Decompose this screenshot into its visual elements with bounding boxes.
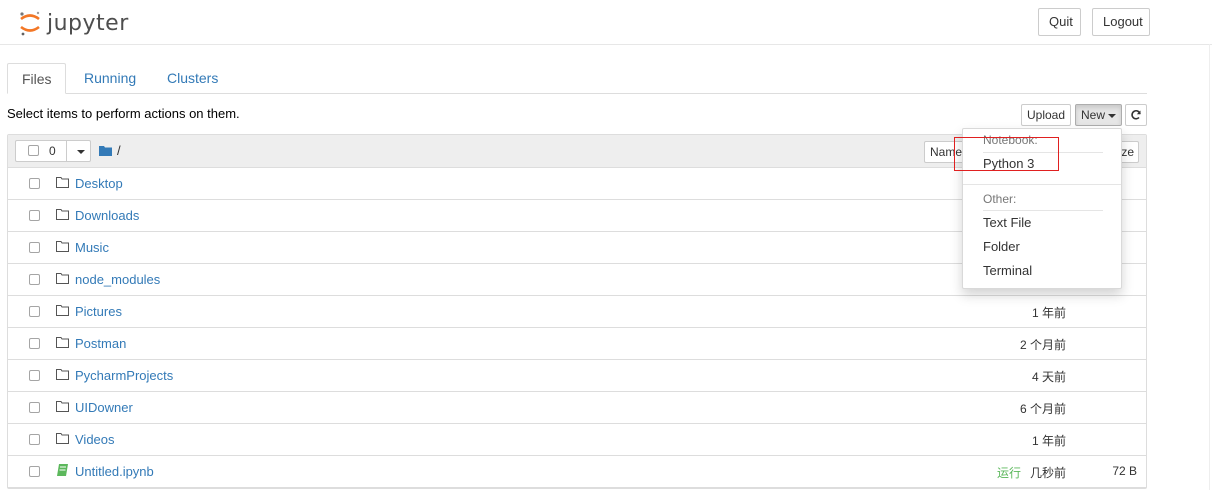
item-checkbox[interactable] xyxy=(29,242,40,253)
upload-button[interactable]: Upload xyxy=(1021,104,1071,126)
folder-icon xyxy=(56,272,69,287)
item-name-link[interactable]: Music xyxy=(75,240,109,255)
jupyter-logo-icon xyxy=(20,11,40,36)
new-button[interactable]: New xyxy=(1075,104,1122,126)
quit-button[interactable]: Quit xyxy=(1038,8,1081,36)
folder-icon xyxy=(56,400,69,415)
item-checkbox[interactable] xyxy=(29,306,40,317)
breadcrumb: / xyxy=(99,143,121,158)
tab-running[interactable]: Running xyxy=(70,63,150,93)
select-menu-chevron-icon[interactable] xyxy=(77,150,85,154)
python3-highlight-box xyxy=(954,137,1059,171)
jupyter-logo[interactable]: jupyter xyxy=(19,8,129,38)
refresh-button[interactable] xyxy=(1125,104,1147,126)
logout-button[interactable]: Logout xyxy=(1092,8,1150,36)
file-list-item[interactable]: PycharmProjects 4 天前 xyxy=(8,360,1146,392)
folder-icon xyxy=(56,432,69,447)
item-checkbox[interactable] xyxy=(29,466,40,477)
folder-icon xyxy=(56,304,69,319)
item-modified: 1 年前 xyxy=(1031,434,1066,448)
file-list-item[interactable]: Videos 1 年前 xyxy=(8,424,1146,456)
chevron-down-icon xyxy=(1108,113,1116,118)
folder-root-icon[interactable] xyxy=(99,145,112,156)
new-button-label: New xyxy=(1080,108,1105,122)
other-section-header: Other: xyxy=(983,192,1017,206)
item-modified: 2 个月前 xyxy=(1019,338,1066,352)
item-checkbox[interactable] xyxy=(29,338,40,349)
running-status: 运行 xyxy=(996,466,1021,480)
other-header-underline xyxy=(983,210,1103,211)
select-divider xyxy=(66,141,67,161)
page-edge xyxy=(1209,44,1210,490)
selection-hint: Select items to perform actions on them. xyxy=(7,106,240,121)
new-folder-item[interactable]: Folder xyxy=(983,239,1020,254)
item-checkbox[interactable] xyxy=(29,178,40,189)
select-all-group[interactable]: 0 xyxy=(15,140,91,162)
folder-icon xyxy=(56,240,69,255)
item-checkbox[interactable] xyxy=(29,210,40,221)
file-list-item[interactable]: UIDowner 6 个月前 xyxy=(8,392,1146,424)
menu-divider xyxy=(963,184,1121,185)
item-checkbox[interactable] xyxy=(29,402,40,413)
item-checkbox[interactable] xyxy=(29,434,40,445)
selected-count: 0 xyxy=(49,144,56,158)
item-modified: 4 天前 xyxy=(1031,370,1066,384)
item-name-link[interactable]: Postman xyxy=(75,336,126,351)
tab-clusters[interactable]: Clusters xyxy=(153,63,232,93)
folder-icon xyxy=(56,208,69,223)
item-modified: 几秒前 xyxy=(1029,466,1066,480)
item-name-link[interactable]: node_modules xyxy=(75,272,160,287)
item-checkbox[interactable] xyxy=(29,370,40,381)
item-name-link[interactable]: Videos xyxy=(75,432,115,447)
new-text-file-item[interactable]: Text File xyxy=(983,215,1031,230)
folder-icon xyxy=(56,368,69,383)
file-list-item[interactable]: Untitled.ipynb 运行 几秒前 72 B xyxy=(8,456,1146,488)
item-modified: 6 个月前 xyxy=(1019,402,1066,416)
notebook-icon xyxy=(56,464,69,479)
top-header: jupyter Quit Logout xyxy=(0,0,1212,45)
refresh-icon xyxy=(1131,110,1141,120)
item-name-link[interactable]: Pictures xyxy=(75,304,122,319)
item-name-link[interactable]: UIDowner xyxy=(75,400,133,415)
tab-files[interactable]: Files xyxy=(7,63,66,94)
item-size: 72 B xyxy=(1112,464,1137,478)
item-name-link[interactable]: Desktop xyxy=(75,176,123,191)
file-list-item[interactable]: Pictures 1 年前 xyxy=(8,296,1146,328)
tab-bar: Files Running Clusters xyxy=(7,63,1147,94)
logo-text: jupyter xyxy=(47,10,129,36)
item-modified: 1 年前 xyxy=(1031,306,1066,320)
file-list-item[interactable]: Postman 2 个月前 xyxy=(8,328,1146,360)
folder-icon xyxy=(56,176,69,191)
item-name-link[interactable]: Downloads xyxy=(75,208,139,223)
item-checkbox[interactable] xyxy=(29,274,40,285)
folder-icon xyxy=(56,336,69,351)
item-name-link[interactable]: Untitled.ipynb xyxy=(75,464,154,479)
item-name-link[interactable]: PycharmProjects xyxy=(75,368,173,383)
breadcrumb-separator: / xyxy=(117,143,121,158)
select-all-checkbox[interactable] xyxy=(28,145,39,156)
new-terminal-item[interactable]: Terminal xyxy=(983,263,1032,278)
